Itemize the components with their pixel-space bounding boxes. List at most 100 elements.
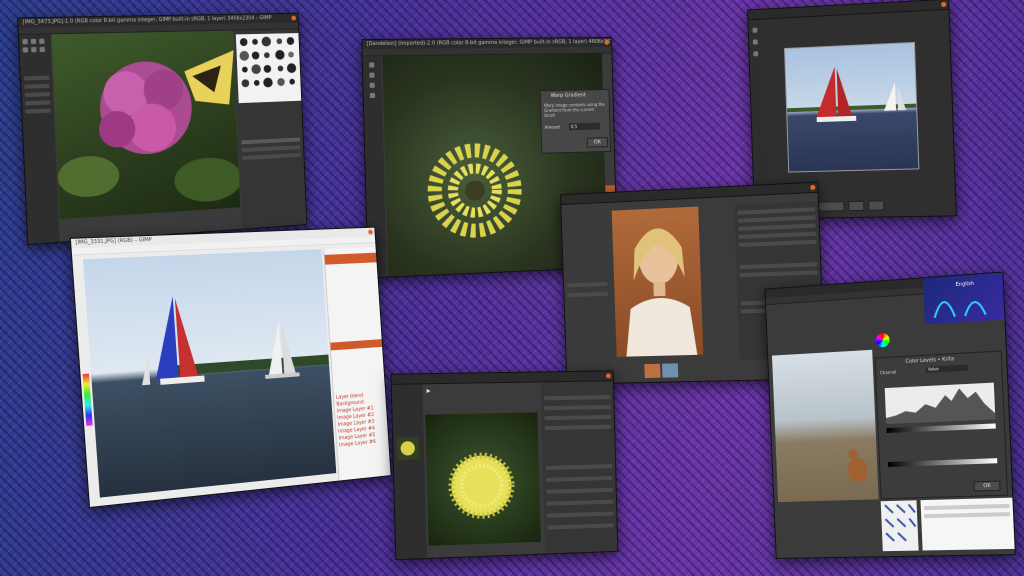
tool-option-row[interactable]	[25, 100, 50, 105]
close-icon[interactable]	[368, 230, 373, 235]
ok-button[interactable]: OK	[973, 481, 1000, 492]
option-row[interactable]	[544, 405, 611, 410]
dialog-title: Warp Gradient	[551, 92, 586, 99]
lasso-tool-icon[interactable]	[39, 39, 44, 44]
layer-row[interactable]	[242, 145, 301, 152]
docker-row[interactable]	[924, 512, 1010, 518]
flower-butterfly-image	[51, 31, 240, 220]
thumbnail-strip[interactable]	[644, 363, 684, 378]
docker-row[interactable]	[924, 504, 1010, 510]
sailboats-graphic	[83, 249, 336, 497]
toolbar-button[interactable]	[868, 200, 884, 210]
move-tool-icon[interactable]	[369, 62, 374, 67]
sailboats-image[interactable]	[83, 249, 336, 497]
beach-image[interactable]	[772, 350, 879, 502]
panel-header-accent	[325, 253, 377, 265]
filter-row[interactable]	[739, 240, 817, 247]
move-tool-icon[interactable]	[22, 39, 28, 44]
tool-icon[interactable]	[752, 28, 757, 33]
gradient-slider[interactable]	[888, 458, 997, 467]
layer-row[interactable]	[241, 138, 300, 145]
option-row[interactable]	[544, 395, 611, 400]
image-canvas[interactable]	[425, 412, 541, 545]
gradient-slider[interactable]	[886, 423, 995, 433]
tool-icon[interactable]	[753, 39, 758, 44]
brushes-panel[interactable]	[234, 29, 307, 229]
side-toolbar[interactable]	[561, 203, 613, 384]
text-tool-icon[interactable]	[39, 47, 44, 52]
layer-list[interactable]: Layer blend Background Image Layer #1 Im…	[336, 391, 387, 449]
toolbox-panel[interactable]	[392, 384, 427, 559]
color-wheel-icon[interactable]	[875, 333, 889, 348]
close-icon[interactable]	[941, 2, 946, 7]
gimp-window-dandelion-bottom[interactable]: ▶	[390, 370, 618, 560]
filter-row[interactable]	[738, 232, 816, 239]
krita-window[interactable]: English Color Levels • Krita Channel Val…	[764, 271, 1016, 558]
krita-header-art	[923, 273, 1005, 325]
brush-grid[interactable]	[236, 33, 302, 103]
brush-preset-grid[interactable]	[881, 500, 919, 551]
header-text: ▶	[427, 388, 431, 394]
levels-dialog[interactable]: Color Levels • Krita Channel Value OK	[874, 350, 1008, 499]
portrait-graphic	[612, 207, 704, 357]
option-row[interactable]	[547, 523, 614, 529]
close-icon[interactable]	[810, 185, 815, 190]
zoom-tool-icon[interactable]	[370, 93, 375, 98]
option-row[interactable]	[547, 512, 614, 518]
tool-option-row[interactable]	[24, 84, 49, 89]
filter-row[interactable]	[738, 207, 816, 215]
tool-option-row[interactable]	[25, 109, 50, 114]
layer-row[interactable]	[242, 153, 301, 160]
option-row[interactable]	[567, 292, 608, 297]
option-row[interactable]	[567, 282, 608, 287]
channel-label: Channel	[880, 369, 896, 375]
large-sailboat-window[interactable]: [IMG_3331.JPG] (RGB) – GIMP Layer blend …	[70, 227, 392, 508]
option-row[interactable]	[546, 488, 613, 494]
tool-option-row[interactable]	[25, 92, 50, 97]
thumbnail-preview	[396, 437, 419, 460]
filter-row[interactable]	[738, 215, 816, 222]
option-row[interactable]	[546, 464, 613, 470]
histogram-graph	[885, 383, 996, 424]
dialog-description: Warp image contents using the Gradient f…	[544, 102, 606, 118]
amount-field[interactable]: 0.5	[569, 123, 600, 131]
dandelion-thumbnail	[396, 437, 419, 460]
option-row[interactable]	[544, 415, 611, 420]
warp-dialog[interactable]: Warp Gradient Warp image contents using …	[540, 89, 611, 154]
levels-dialog-title: Color Levels • Krita	[905, 356, 954, 365]
filter-row[interactable]	[740, 270, 818, 277]
close-icon[interactable]	[606, 373, 611, 378]
close-icon[interactable]	[604, 40, 609, 45]
thumbnail[interactable]	[644, 364, 660, 378]
tool-options-panel[interactable]	[541, 381, 618, 553]
option-row[interactable]	[547, 500, 614, 506]
gimp-window-flower[interactable]: [IMG_3473.JPG]-1.0 (RGB color 8-bit gamm…	[17, 13, 307, 245]
channel-select[interactable]: Value	[926, 365, 969, 373]
close-icon[interactable]	[291, 16, 296, 21]
dandelion-graphic	[425, 412, 541, 545]
option-row[interactable]	[546, 476, 613, 482]
option-row[interactable]	[545, 425, 612, 430]
red-sailboat-graphic	[785, 43, 918, 172]
window-title: [Dandelion] (imported)-2.0 (RGB color 8-…	[366, 39, 611, 48]
brush-presets-panel[interactable]	[881, 500, 919, 551]
filter-row[interactable]	[738, 223, 816, 230]
brush-tool-icon[interactable]	[23, 47, 29, 52]
portrait-image[interactable]	[612, 207, 704, 357]
warp-tool-icon[interactable]	[370, 83, 375, 88]
eraser-tool-icon[interactable]	[31, 47, 36, 52]
brush-tool-icon[interactable]	[369, 73, 374, 78]
panel-header-accent	[330, 339, 382, 350]
sailboat-image[interactable]	[784, 42, 919, 173]
image-canvas[interactable]	[51, 31, 240, 220]
thumbnail[interactable]	[662, 363, 678, 377]
ok-button[interactable]: OK	[587, 137, 608, 147]
docker-panel-light[interactable]	[920, 498, 1014, 551]
header-graphic: English	[923, 273, 1005, 325]
toolbar-button[interactable]	[848, 201, 864, 211]
tool-icon[interactable]	[753, 51, 758, 56]
filter-row[interactable]	[739, 262, 817, 269]
tool-option-row[interactable]	[24, 76, 49, 81]
select-tool-icon[interactable]	[31, 39, 36, 44]
beach-dog-graphic	[772, 350, 879, 502]
